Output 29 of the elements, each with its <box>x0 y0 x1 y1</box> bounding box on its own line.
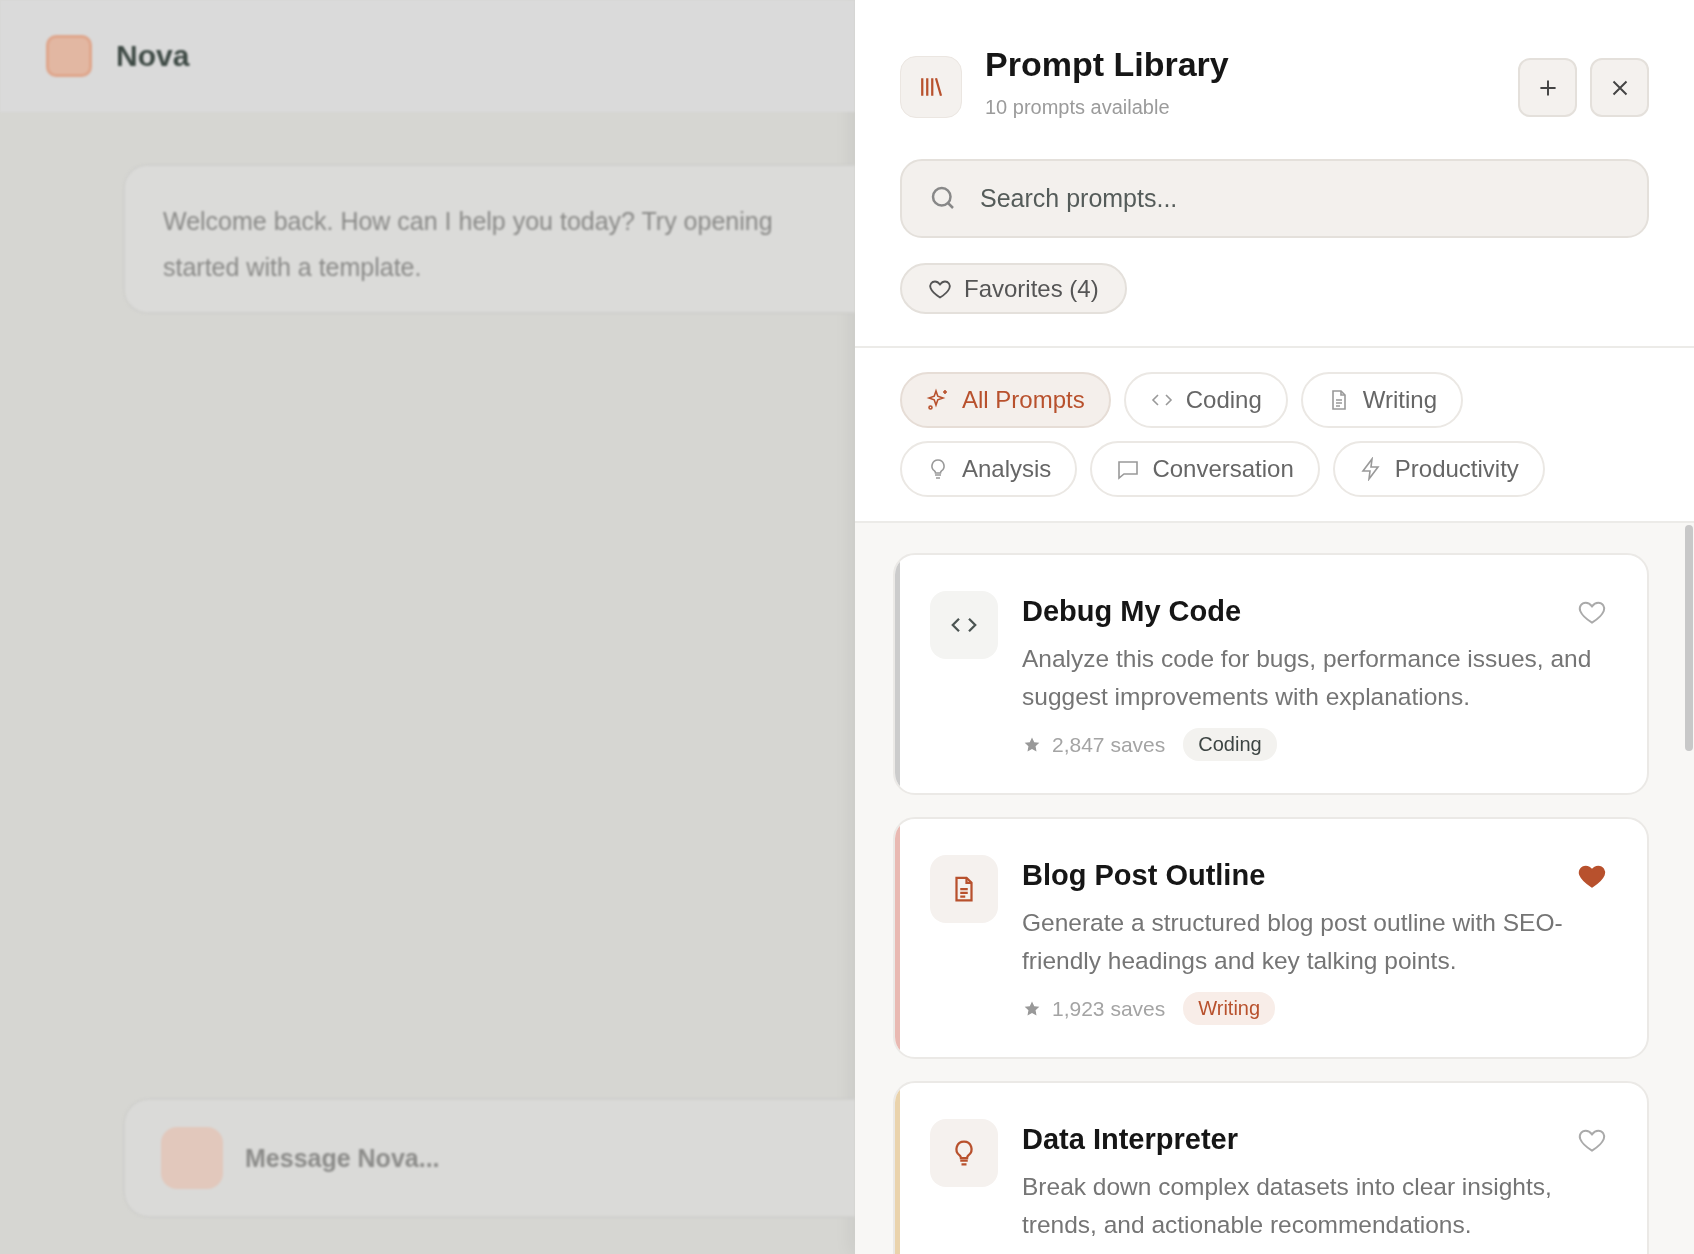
library-icon <box>900 56 962 118</box>
search-field[interactable]: Search prompts... <box>900 159 1649 238</box>
save-count: 1,923 saves <box>1052 996 1166 1021</box>
prompt-title: Blog Post Outline <box>1022 859 1266 892</box>
panel-title: Prompt Library <box>985 44 1230 84</box>
category-tag: Coding <box>1183 728 1277 761</box>
prompt-card[interactable]: Data Interpreter Break down complex datasets into clear insights, trends, and actionable recommendations. <box>893 1081 1649 1254</box>
category-chip[interactable]: Coding <box>1123 372 1288 428</box>
add-button[interactable] <box>1518 58 1577 117</box>
category-chip[interactable]: Conversation <box>1090 441 1320 497</box>
message-text: started with a template. <box>163 252 423 283</box>
prompt-description: Generate a structured blog post outline with SEO-friendly headings and key talking points. <box>1022 908 1564 976</box>
prompt-count: 10 prompts available <box>985 96 1171 119</box>
prompt-title: Debug My Code <box>1022 595 1242 628</box>
category-chip[interactable]: Productivity <box>1332 441 1545 497</box>
favorites-button[interactable]: Favorites (4) <box>900 263 1127 314</box>
prompt-card[interactable]: Debug My Code Analyze this code for bugs, performance issues, and suggest improvements with explanations. 2,847 saves Coding <box>893 553 1649 795</box>
category-tag: Writing <box>1183 992 1276 1025</box>
sparkles-icon <box>926 388 950 412</box>
app-name: Nova <box>116 39 190 73</box>
prompt-description: Break down complex datasets into clear insights, trends, and actionable recommendations. <box>1022 1172 1553 1240</box>
prompt-title: Data Interpreter <box>1022 1123 1238 1156</box>
save-count: 2,847 saves <box>1052 732 1166 757</box>
close-button[interactable] <box>1590 58 1649 117</box>
prompt-description: Analyze this code for bugs, performance issues, and suggest improvements with explanations. <box>1022 644 1593 712</box>
prompt-card[interactable]: Blog Post Outline Generate a structured blog post outline with SEO-friendly headings and key talking points. 1,923 saves Writing <box>893 817 1649 1059</box>
category-chip[interactable]: All Prompts <box>900 372 1111 428</box>
category-chip[interactable]: Analysis <box>900 441 1078 497</box>
category-chip[interactable]: Writing <box>1300 372 1463 428</box>
